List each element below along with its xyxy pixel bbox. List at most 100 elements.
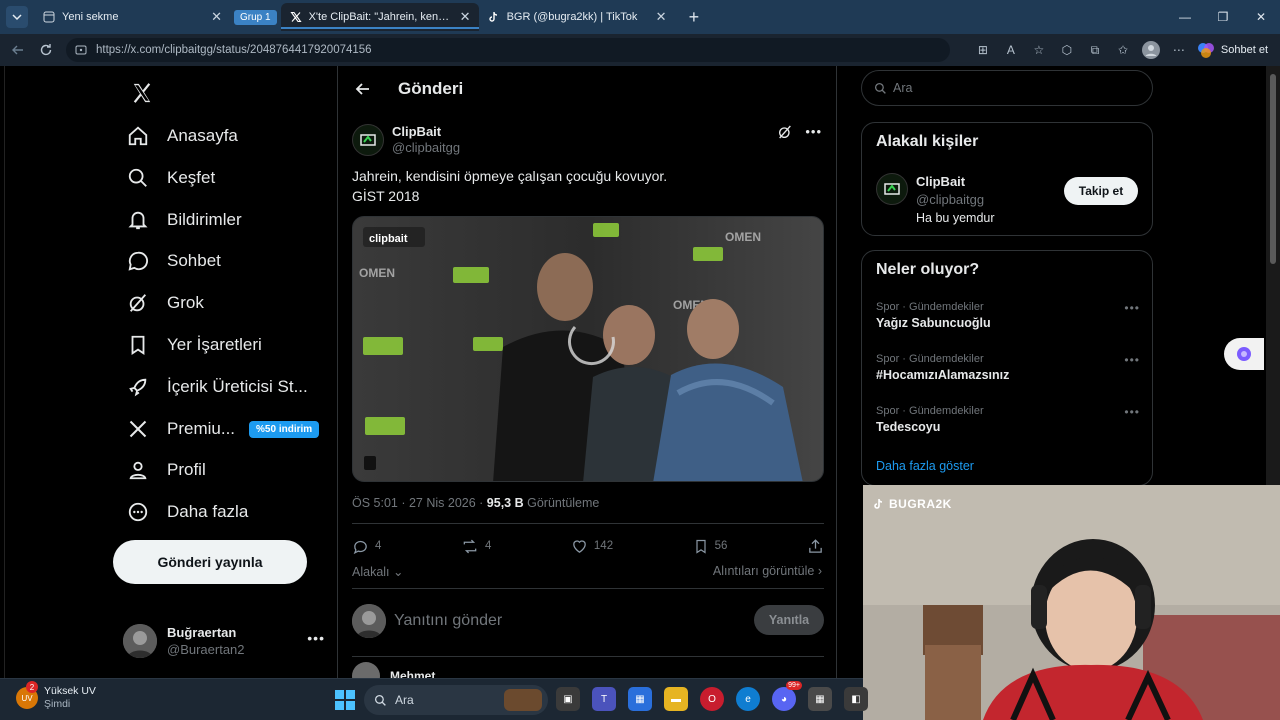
back-arrow-icon[interactable] [4, 36, 32, 64]
edge-icon[interactable]: e [736, 687, 760, 711]
tab-clipbait-post[interactable]: X'te ClipBait: "Jahrein, kendisini öp ✕ [280, 3, 479, 31]
calculator-icon[interactable]: ▦ [808, 687, 832, 711]
repost-action[interactable]: 4 [461, 538, 491, 555]
nav-item-premium[interactable]: Premiu... %50 indirim [125, 409, 320, 449]
minimize-icon[interactable]: — [1166, 0, 1204, 34]
task-view-icon[interactable]: ▣ [556, 687, 580, 711]
post-actions: 4 4 142 56 [352, 536, 824, 556]
view-quotes-link[interactable]: Alıntıları görüntüle › [713, 564, 822, 578]
copilot-chat-button[interactable]: Sohbet et [1197, 41, 1268, 59]
person-name: ClipBait [916, 174, 966, 189]
settings-more-icon[interactable]: ⋯ [1169, 40, 1189, 60]
nav-item-explore[interactable]: Keşfet [125, 158, 215, 198]
post-timestamp[interactable]: ÖS 5:01 · 27 Nis 2026 · [352, 496, 487, 510]
more-dots-icon[interactable]: ••• [1124, 405, 1140, 419]
premium-discount-badge[interactable]: %50 indirim [249, 420, 320, 438]
more-dots-icon[interactable]: ••• [1124, 353, 1140, 367]
apps-grid-icon[interactable]: ⊞ [973, 40, 993, 60]
trend-item[interactable]: Spor · Gündemdekiler #HocamızıAlamazsını… [876, 353, 1140, 382]
split-screen-icon[interactable]: ⧉ [1085, 40, 1105, 60]
like-action[interactable]: 142 [571, 538, 613, 555]
windows-start-icon[interactable] [334, 689, 356, 711]
next-reply[interactable]: Mehmet [352, 662, 824, 678]
nav-item-notifications[interactable]: Bildirimler [125, 200, 242, 240]
site-info-icon[interactable] [74, 43, 88, 57]
post-button[interactable]: Gönderi yayınla [113, 540, 307, 584]
divider [352, 588, 824, 589]
tab-title: X'te ClipBait: "Jahrein, kendisini öp [308, 11, 454, 23]
search-input[interactable]: Ara [861, 70, 1153, 106]
url-field[interactable]: https://x.com/clipbaitgg/status/20487644… [66, 38, 950, 62]
account-switcher[interactable]: Buğraertan @Buraertan2 ••• [123, 618, 333, 664]
taskbar-search[interactable]: Ara [364, 685, 548, 715]
share-action[interactable] [807, 538, 824, 555]
reply-button[interactable]: Yanıtla [754, 605, 824, 635]
tab-group-chip[interactable]: Grup 1 [234, 9, 277, 25]
opera-icon[interactable]: O [700, 687, 724, 711]
nav-item-messages[interactable]: Sohbet [125, 241, 221, 281]
nav-label: Bildirimler [167, 210, 242, 229]
favorite-star-icon[interactable]: ☆ [1029, 40, 1049, 60]
reload-icon[interactable] [32, 36, 60, 64]
page-title: Gönderi [398, 79, 464, 98]
favorites-icon[interactable]: ✩ [1113, 40, 1133, 60]
relevance-dropdown[interactable]: Alakalı ⌄ [352, 564, 404, 579]
nav-item-home[interactable]: Anasayfa [125, 116, 238, 156]
reply-input[interactable]: Yanıtını gönder [394, 612, 502, 630]
view-count: 95,3 B [486, 496, 524, 510]
tab-tiktok[interactable]: BGR (@bugra2kk) | TikTok ✕ [479, 3, 675, 31]
author-handle[interactable]: @clipbaitgg [392, 140, 460, 156]
floating-assistant-button[interactable] [1224, 338, 1264, 370]
repost-count: 4 [484, 540, 492, 552]
show-more-link[interactable]: Daha fazla göster [876, 459, 974, 473]
close-tab-icon[interactable]: ✕ [211, 9, 222, 25]
more-dots-icon[interactable]: ••• [805, 124, 822, 140]
more-dots-icon[interactable]: ••• [307, 630, 325, 646]
bookmark-action[interactable]: 56 [693, 538, 727, 555]
discord-icon[interactable]: ◕ 99+ [772, 681, 802, 711]
scrollbar-thumb[interactable] [1270, 74, 1276, 264]
file-explorer-icon[interactable]: ▬ [664, 687, 688, 711]
extensions-icon[interactable]: ⬡ [1057, 40, 1077, 60]
tab-new-tab[interactable]: Yeni sekme ✕ [34, 3, 230, 31]
close-tab-icon[interactable]: ✕ [656, 9, 667, 25]
reply-count: 4 [375, 540, 382, 552]
new-tab-plus-icon[interactable]: + [689, 7, 700, 28]
divider [352, 523, 824, 524]
trend-item[interactable]: Spor · Gündemdekiler Tedescoyu ••• [876, 405, 1140, 434]
nav-item-more[interactable]: Daha fazla [125, 492, 248, 532]
post-header: Gönderi [338, 66, 836, 112]
trend-item[interactable]: Spor · Gündemdekiler Yağız Sabuncuoğlu •… [876, 301, 1140, 330]
reply-action[interactable]: 4 [352, 538, 381, 555]
nav-label: Anasayfa [167, 126, 238, 145]
related-person[interactable]: ClipBait @clipbaitgg Ha bu yemdur [876, 173, 995, 227]
search-icon [874, 82, 886, 94]
author-name[interactable]: ClipBait [392, 124, 460, 140]
nav-item-bookmarks[interactable]: Yer İşaretleri [125, 325, 262, 365]
tiktok-icon [487, 10, 501, 24]
more-dots-icon[interactable]: ••• [1124, 301, 1140, 315]
store-icon[interactable]: ▦ [628, 687, 652, 711]
x-logo-icon[interactable] [125, 76, 159, 110]
tab-actions-menu[interactable] [6, 6, 28, 28]
post-video[interactable]: OMEN OMEN OMEN clipbait [352, 216, 824, 482]
grok-explain-icon[interactable] [777, 124, 793, 140]
bookmark-icon [125, 332, 151, 358]
nav-item-creator-studio[interactable]: İçerik Üreticisi St... [125, 367, 308, 407]
nav-label: İçerik Üreticisi St... [167, 377, 308, 396]
post-column: Gönderi ClipBait @clipbaitgg ••• Jahrein… [337, 66, 837, 678]
close-window-icon[interactable]: ✕ [1242, 0, 1280, 34]
follow-button[interactable]: Takip et [1064, 177, 1138, 205]
teams-icon[interactable]: T [592, 687, 616, 711]
weather-widget[interactable]: UV 2 Yüksek UV Şimdi [16, 681, 96, 711]
close-tab-icon[interactable]: ✕ [460, 9, 471, 25]
clipbait-avatar[interactable] [352, 124, 384, 156]
nav-item-grok[interactable]: Grok [125, 283, 204, 323]
nav-item-profile[interactable]: Profil [125, 450, 206, 490]
app-icon[interactable]: ◧ [844, 687, 868, 711]
back-arrow-icon[interactable] [352, 78, 374, 100]
nav-label: Yer İşaretleri [167, 335, 262, 354]
read-aloud-icon[interactable]: A [1001, 40, 1021, 60]
restore-icon[interactable]: ❐ [1204, 0, 1242, 34]
profile-avatar-icon[interactable] [1141, 40, 1161, 60]
